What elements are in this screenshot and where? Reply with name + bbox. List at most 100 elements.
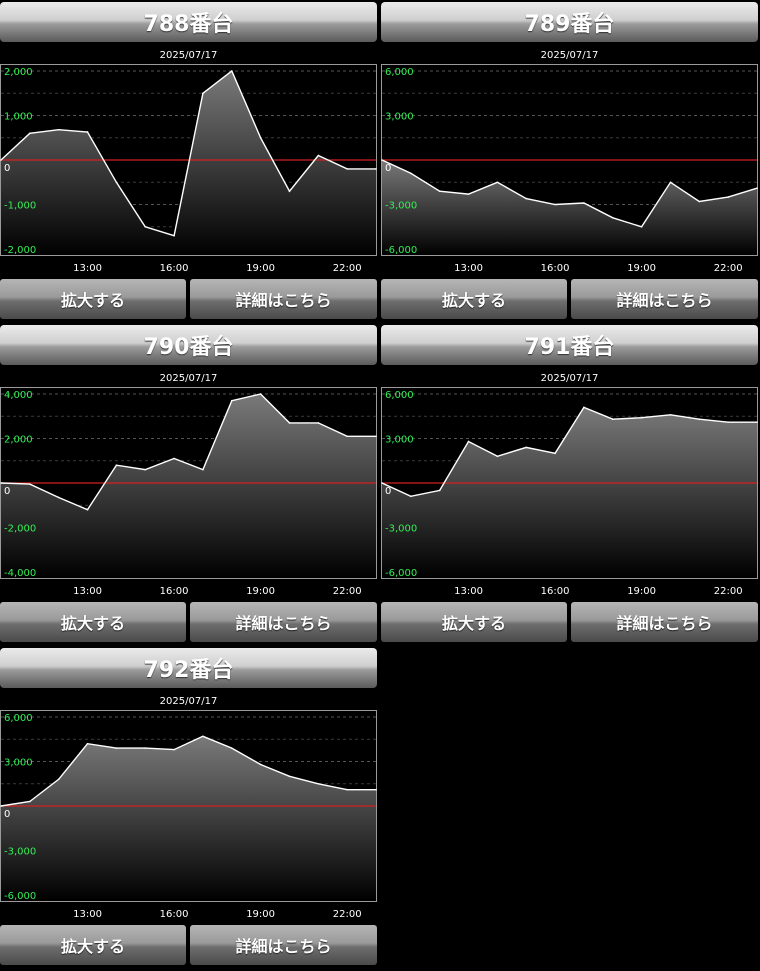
data-point (144, 468, 147, 471)
detail-button[interactable]: 詳細はこちら (190, 925, 377, 965)
x-tick-label: 19:00 (246, 586, 275, 597)
data-point (29, 483, 31, 485)
machine-title-bar: 788番台 (0, 2, 377, 42)
machine-title-bar: 789番台 (381, 2, 758, 42)
slump-chart[interactable]: 2,000 1,000 0 -1,000 -2,000 13:00 16:00 19:00 22… (0, 63, 377, 280)
detail-button-label: 詳細はこちら (235, 937, 332, 956)
data-point (496, 181, 499, 184)
x-tick-label: 19:00 (246, 909, 275, 920)
zoom-button[interactable]: 拡大する (381, 279, 567, 319)
data-point (115, 181, 118, 184)
data-point (727, 421, 729, 423)
data-point (230, 399, 233, 402)
detail-button[interactable]: 詳細はこちら (571, 602, 758, 642)
zoom-button[interactable]: 拡大する (0, 925, 186, 965)
machine-panel: 789番台 2025/07/17 6,000 3,000 0 -3,000 -6,000 13… (381, 0, 758, 320)
y-tick-label: 1,000 (4, 112, 33, 123)
data-point (0, 159, 2, 161)
detail-button-label: 詳細はこちら (616, 291, 713, 310)
slump-chart[interactable]: 6,000 3,000 0 -3,000 -6,000 13:00 16:00 19:00 22… (381, 63, 758, 280)
data-point (381, 482, 383, 484)
data-point (86, 742, 89, 745)
data-point (202, 735, 204, 738)
data-point (698, 418, 701, 421)
x-tick-label: 16:00 (541, 586, 570, 597)
y-tick-label: 3,000 (385, 435, 414, 446)
data-point (756, 421, 758, 423)
data-point (86, 508, 89, 511)
slump-chart[interactable]: 4,000 2,000 0 -2,000 -4,000 13:00 16:00 19:00 22… (0, 386, 377, 603)
machine-title: 790番台 (143, 335, 234, 360)
data-point (144, 225, 147, 228)
machine-title: 791番台 (524, 335, 615, 360)
data-point (202, 92, 204, 95)
machine-title-bar: 790番台 (0, 325, 377, 365)
data-point (669, 181, 672, 184)
y-tick-label: 6,000 (385, 390, 414, 401)
data-point (467, 440, 470, 443)
zoom-button[interactable]: 拡大する (0, 279, 186, 319)
detail-button[interactable]: 詳細はこちら (190, 602, 377, 642)
data-point (259, 763, 262, 766)
y-tick-label: -4,000 (4, 568, 36, 579)
y-tick-label: -6,000 (4, 891, 36, 902)
data-point (29, 132, 31, 135)
slump-chart[interactable]: 6,000 3,000 0 -3,000 -6,000 13:00 16:00 19:00 22… (0, 709, 377, 926)
y-tick-label: 0 (4, 809, 10, 820)
chart-date: 2025/07/17 (540, 373, 599, 384)
x-tick-label: 22:00 (714, 586, 743, 597)
detail-button[interactable]: 詳細はこちら (571, 279, 758, 319)
machine-title: 789番台 (524, 12, 615, 37)
zoom-button-label: 拡大する (441, 614, 506, 633)
x-tick-label: 19:00 (627, 586, 656, 597)
data-point (202, 468, 204, 471)
data-point (640, 416, 643, 419)
zoom-button[interactable]: 拡大する (381, 602, 567, 642)
y-tick-label: 2,000 (4, 67, 33, 78)
data-point (611, 217, 614, 219)
x-tick-label: 13:00 (454, 586, 483, 597)
zoom-button-label: 拡大する (441, 291, 506, 310)
machine-panel: 790番台 2025/07/17 4,000 2,000 0 -2,000 -4,000 13… (0, 323, 377, 643)
data-point (496, 455, 499, 458)
x-tick-label: 19:00 (246, 263, 275, 274)
y-tick-label: 2,000 (4, 435, 33, 446)
data-point (375, 788, 377, 791)
data-point (259, 393, 262, 395)
zoom-button[interactable]: 拡大する (0, 602, 186, 642)
y-tick-label: 3,000 (4, 758, 33, 769)
data-point (525, 446, 528, 449)
data-point (698, 200, 701, 203)
y-tick-label: -2,000 (4, 245, 36, 256)
data-point (583, 202, 585, 204)
data-point (346, 435, 348, 438)
zoom-button-label: 拡大する (60, 291, 125, 310)
machine-panel: 792番台 2025/07/17 6,000 3,000 0 -3,000 -6,000 13… (0, 646, 377, 966)
x-tick-label: 16:00 (160, 909, 189, 920)
data-point (0, 805, 2, 807)
data-point (173, 457, 175, 460)
machine-panel: 788番台 2025/07/17 2,000 1,000 0 -1,000 -2,000 13… (0, 0, 377, 320)
chart-date: 2025/07/17 (159, 373, 218, 384)
data-point (438, 190, 441, 192)
data-point (410, 172, 412, 175)
data-point (375, 168, 377, 170)
y-tick-label: -1,000 (4, 201, 36, 212)
detail-button-label: 詳細はこちら (235, 291, 332, 310)
data-point (375, 435, 377, 438)
x-tick-label: 16:00 (160, 586, 189, 597)
slump-chart[interactable]: 6,000 3,000 0 -3,000 -6,000 13:00 16:00 19:00 22… (381, 386, 758, 603)
zoom-button-label: 拡大する (60, 937, 125, 956)
data-point (727, 196, 729, 198)
machine-title: 792番台 (143, 658, 234, 683)
y-tick-label: 0 (385, 163, 391, 174)
data-point (554, 203, 556, 206)
detail-button[interactable]: 詳細はこちら (190, 279, 377, 319)
data-point (0, 482, 2, 484)
data-point (317, 422, 320, 424)
y-tick-label: -6,000 (385, 568, 417, 579)
data-point (144, 747, 147, 749)
y-tick-label: -6,000 (385, 245, 417, 256)
data-point (288, 422, 291, 424)
data-point (317, 782, 320, 785)
